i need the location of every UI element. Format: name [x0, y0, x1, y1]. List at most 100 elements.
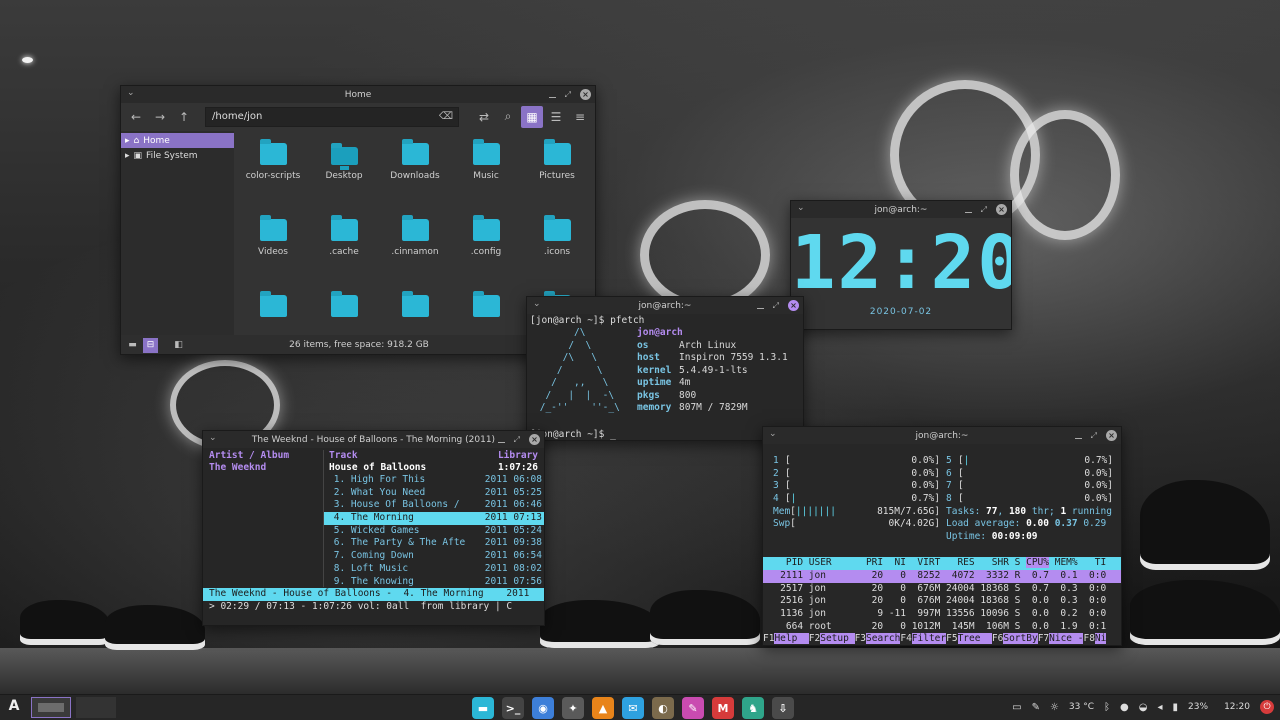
process-row[interactable]: 1136 jon 9 -11 997M 13556 10096 S 0.0 0.… — [763, 608, 1121, 621]
folder-item[interactable]: .cinnamon — [380, 215, 450, 257]
folder-item[interactable] — [309, 291, 379, 323]
artist-item[interactable]: The Weeknd — [209, 462, 266, 475]
function-key-f7[interactable]: F7Nice - — [1038, 633, 1084, 645]
process-table-header[interactable]: PID USER PRI NI VIRT RES SHR S CPU% MEM%… — [763, 557, 1121, 570]
download-icon[interactable]: ⇩ — [772, 697, 794, 719]
pen-icon[interactable]: ✎ — [682, 697, 704, 719]
clock-terminal-window[interactable]: ⌄ jon@arch:~ ⤢ × 12:20 2020-07-02 — [790, 200, 1012, 330]
folder-item[interactable] — [238, 291, 308, 323]
function-key-f6[interactable]: F6SortBy — [992, 633, 1038, 645]
gecko-icon[interactable]: ♞ — [742, 697, 764, 719]
menu-icon[interactable]: ≡ — [569, 106, 591, 128]
function-key-f3[interactable]: F3Search — [855, 633, 901, 645]
close-icon[interactable]: × — [529, 434, 540, 445]
maximize-icon[interactable]: ⤢ — [565, 90, 571, 100]
function-key-f4[interactable]: F4Filter — [900, 633, 947, 645]
location-input[interactable]: /home/jon ⌫ — [205, 106, 459, 127]
file-manager-window[interactable]: ⌄ Home ⤢ × ← → ↑ /home/jon ⌫ ⇄ ⌕ ▦ ☰ ≡ ▸… — [120, 85, 596, 355]
sidebar-item-file-system[interactable]: ▸ ▣ File System — [121, 148, 234, 163]
htop-titlebar[interactable]: ⌄ jon@arch:~ ⤢ × — [763, 427, 1121, 444]
maximize-icon[interactable]: ⤢ — [1091, 431, 1097, 441]
header-cpu-sorted[interactable]: CPU% — [1026, 557, 1049, 568]
toggle-location-icon[interactable]: ⇄ — [473, 106, 495, 128]
track-item[interactable]: 6. The Party & The Afte 2011 09:38 — [324, 537, 544, 550]
bird-icon[interactable]: ✦ — [562, 697, 584, 719]
function-key-f5[interactable]: F5Tree — [946, 633, 992, 645]
track-item[interactable]: 1. High For This 2011 06:08 — [324, 474, 544, 487]
music-player-window[interactable]: ⌄ The Weeknd - House of Balloons - The M… — [202, 430, 545, 626]
function-key-f8[interactable]: F8Ni — [1083, 633, 1107, 645]
folder-item[interactable]: .cache — [309, 215, 379, 257]
gimp-icon[interactable]: ◐ — [652, 697, 674, 719]
back-arrow-icon[interactable]: ← — [125, 106, 147, 128]
minimize-icon[interactable] — [548, 96, 556, 98]
expand-arrow-icon[interactable]: ▸ — [125, 151, 130, 161]
folder-item[interactable]: Desktop — [309, 143, 379, 181]
battery-icon[interactable]: ▮ — [1173, 702, 1179, 713]
icon-view-icon[interactable]: ▦ — [521, 105, 543, 128]
minimize-icon[interactable] — [756, 307, 764, 309]
bluetooth-icon[interactable]: ᛒ — [1104, 702, 1110, 713]
clock-titlebar[interactable]: ⌄ jon@arch:~ ⤢ × — [791, 201, 1011, 218]
volume-icon[interactable]: ◂ — [1158, 702, 1163, 713]
folder-item[interactable] — [380, 291, 450, 323]
arch-launcher-icon[interactable]: A — [5, 698, 23, 718]
notifications-icon[interactable]: ● — [1120, 702, 1129, 713]
clear-location-icon[interactable]: ⌫ — [439, 111, 453, 122]
minimize-icon[interactable] — [1074, 437, 1082, 439]
pfetch-titlebar[interactable]: ⌄ jon@arch:~ ⤢ × — [527, 297, 803, 314]
minimize-icon[interactable] — [497, 441, 505, 443]
chromium-icon[interactable]: ◉ — [532, 697, 554, 719]
list-view-icon[interactable]: ☰ — [545, 106, 567, 128]
gmail-icon[interactable]: M — [712, 697, 734, 719]
function-key-f1[interactable]: F1Help — [763, 633, 809, 645]
terminal-icon[interactable]: >_ — [502, 697, 524, 719]
workspace-2[interactable] — [76, 697, 116, 718]
process-row[interactable]: 2516 jon 20 0 676M 24004 18368 S 0.0 0.3… — [763, 595, 1121, 608]
maximize-icon[interactable]: ⤢ — [773, 301, 779, 311]
track-item[interactable]: 9. The Knowing 2011 07:56 — [324, 576, 544, 589]
maximize-icon[interactable]: ⤢ — [981, 205, 987, 215]
expand-arrow-icon[interactable]: ▸ — [125, 136, 130, 146]
folder-item[interactable]: .icons — [522, 215, 592, 257]
music-player-titlebar[interactable]: ⌄ The Weeknd - House of Balloons - The M… — [203, 431, 544, 448]
track-item[interactable]: 8. Loft Music 2011 08:02 — [324, 563, 544, 576]
maximize-icon[interactable]: ⤢ — [514, 435, 520, 445]
folder-item[interactable]: Downloads — [380, 139, 450, 181]
close-icon[interactable]: × — [580, 89, 591, 100]
track-item[interactable]: 3. House Of Balloons / 2011 06:46 — [324, 499, 544, 512]
folder-item[interactable]: Videos — [238, 215, 308, 257]
folder-item[interactable]: color-scripts — [238, 139, 308, 181]
weather-icon[interactable]: ☼ — [1050, 702, 1059, 713]
file-manager-titlebar[interactable]: ⌄ Home ⤢ × — [121, 86, 595, 103]
sidebar-item-home[interactable]: ▸ ⌂ Home — [121, 133, 234, 148]
files-icon[interactable]: ▬ — [472, 697, 494, 719]
folder-item[interactable]: .config — [451, 215, 521, 257]
function-key-f2[interactable]: F2Setup — [809, 633, 855, 645]
process-row[interactable]: 664 root 20 0 1012M 145M 106M S 0.0 1.9 … — [763, 621, 1121, 634]
taskbar-clock[interactable]: 12:20 — [1224, 702, 1250, 712]
close-icon[interactable]: × — [996, 204, 1007, 215]
vlc-icon[interactable]: ▲ — [592, 697, 614, 719]
mail-icon[interactable]: ✉ — [622, 697, 644, 719]
htop-terminal-window[interactable]: ⌄ jon@arch:~ ⤢ × 1[0.0%] 5[| 0.7%] 2[0.0%] 6… — [762, 426, 1122, 646]
up-arrow-icon[interactable]: ↑ — [173, 106, 195, 128]
wifi-icon[interactable]: ◒ — [1139, 702, 1148, 713]
folder-item[interactable]: Music — [451, 139, 521, 181]
process-row[interactable]: 2111 jon 20 0 8252 4072 3332 R 0.7 0.1 0… — [763, 570, 1121, 583]
close-icon[interactable]: × — [1106, 430, 1117, 441]
power-icon[interactable]: ⏻ — [1260, 700, 1274, 714]
track-item[interactable]: 2. What You Need 2011 05:25 — [324, 487, 544, 500]
close-icon[interactable]: × — [788, 300, 799, 311]
workspace-1[interactable] — [31, 697, 71, 718]
folder-item[interactable]: Pictures — [522, 139, 592, 181]
minimize-icon[interactable] — [964, 211, 972, 213]
forward-arrow-icon[interactable]: → — [149, 106, 171, 128]
pipette-icon[interactable]: ✎ — [1032, 702, 1040, 713]
storage-icon[interactable]: ▭ — [1012, 702, 1021, 713]
track-item[interactable]: 4. The Morning 2011 07:13 — [324, 512, 544, 525]
track-item[interactable]: 5. Wicked Games 2011 05:24 — [324, 525, 544, 538]
pfetch-terminal-window[interactable]: ⌄ jon@arch:~ ⤢ × [jon@arch ~]$ pfetch /\… — [526, 296, 804, 441]
track-item[interactable]: 7. Coming Down 2011 06:54 — [324, 550, 544, 563]
folder-item[interactable] — [451, 291, 521, 323]
